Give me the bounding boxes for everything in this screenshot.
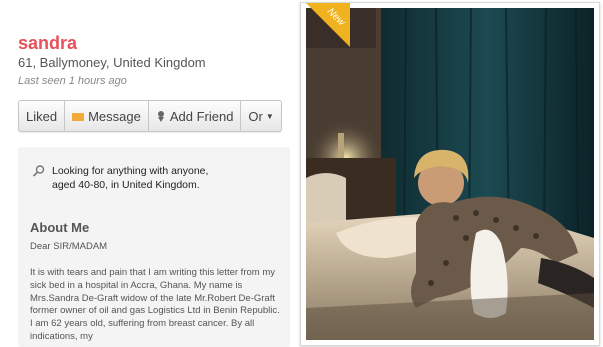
profile-name: sandra: [18, 33, 78, 53]
new-badge: New: [306, 3, 350, 47]
profile-info-panel: Looking for anything with anyone, aged 4…: [18, 147, 290, 347]
add-friend-button[interactable]: Add Friend: [149, 101, 242, 131]
profile-details: 61, Ballymoney, United Kingdom: [18, 55, 206, 70]
about-heading: About Me: [30, 220, 90, 235]
profile-photo-frame[interactable]: New: [300, 2, 600, 346]
envelope-icon: [72, 113, 85, 121]
liked-label: Liked: [26, 108, 58, 124]
about-body-text: It is with tears and pain that I am writ…: [30, 267, 280, 342]
last-seen-text: Last seen 1 hours ago: [18, 75, 127, 87]
caret-down-icon: ▼: [265, 111, 274, 121]
about-salutation: Dear SIR/MADAM: [30, 241, 108, 252]
profile-photo: [306, 8, 594, 340]
message-label: Message: [88, 108, 141, 124]
action-button-group: Liked Message Add Friend Or ▼: [18, 100, 282, 132]
looking-for-text: Looking for anything with anyone, aged 4…: [52, 164, 242, 192]
looking-for-line-1: Looking for anything with anyone,: [52, 165, 209, 177]
search-icon: [32, 165, 45, 177]
liked-button[interactable]: Liked: [19, 101, 66, 131]
message-button[interactable]: Message: [65, 101, 149, 131]
or-label: Or: [248, 108, 263, 124]
looking-for-line-2: aged 40-80, in United Kingdom.: [52, 179, 200, 191]
looking-for: Looking for anything with anyone, aged 4…: [32, 164, 242, 192]
add-friend-label: Add Friend: [169, 108, 234, 124]
or-dropdown-button[interactable]: Or ▼: [241, 101, 280, 131]
add-friend-icon: [157, 111, 164, 122]
